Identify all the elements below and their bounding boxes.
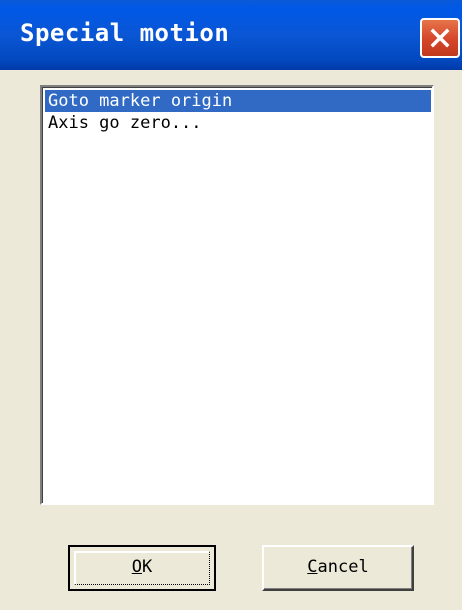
cancel-label-rest: ancel bbox=[317, 557, 369, 577]
close-icon bbox=[430, 28, 450, 48]
ok-label-rest: K bbox=[142, 557, 153, 577]
ok-button-label: OK bbox=[132, 557, 153, 577]
ok-mnemonic: O bbox=[131, 557, 142, 577]
title-bar[interactable]: Special motion bbox=[0, 0, 462, 70]
list-item-goto-marker-origin[interactable]: Goto marker origin bbox=[45, 90, 431, 112]
cancel-mnemonic: C bbox=[307, 557, 318, 577]
list-item-axis-go-zero[interactable]: Axis go zero... bbox=[45, 112, 431, 134]
cancel-button[interactable]: Cancel bbox=[262, 545, 414, 591]
special-motion-dialog: Special motion Goto marker origin Axis g… bbox=[0, 0, 462, 610]
close-button[interactable] bbox=[420, 18, 460, 58]
cancel-button-label: Cancel bbox=[307, 557, 368, 577]
window-title: Special motion bbox=[20, 19, 230, 47]
ok-button[interactable]: OK bbox=[68, 545, 216, 591]
motion-listbox[interactable]: Goto marker origin Axis go zero... bbox=[40, 85, 434, 505]
